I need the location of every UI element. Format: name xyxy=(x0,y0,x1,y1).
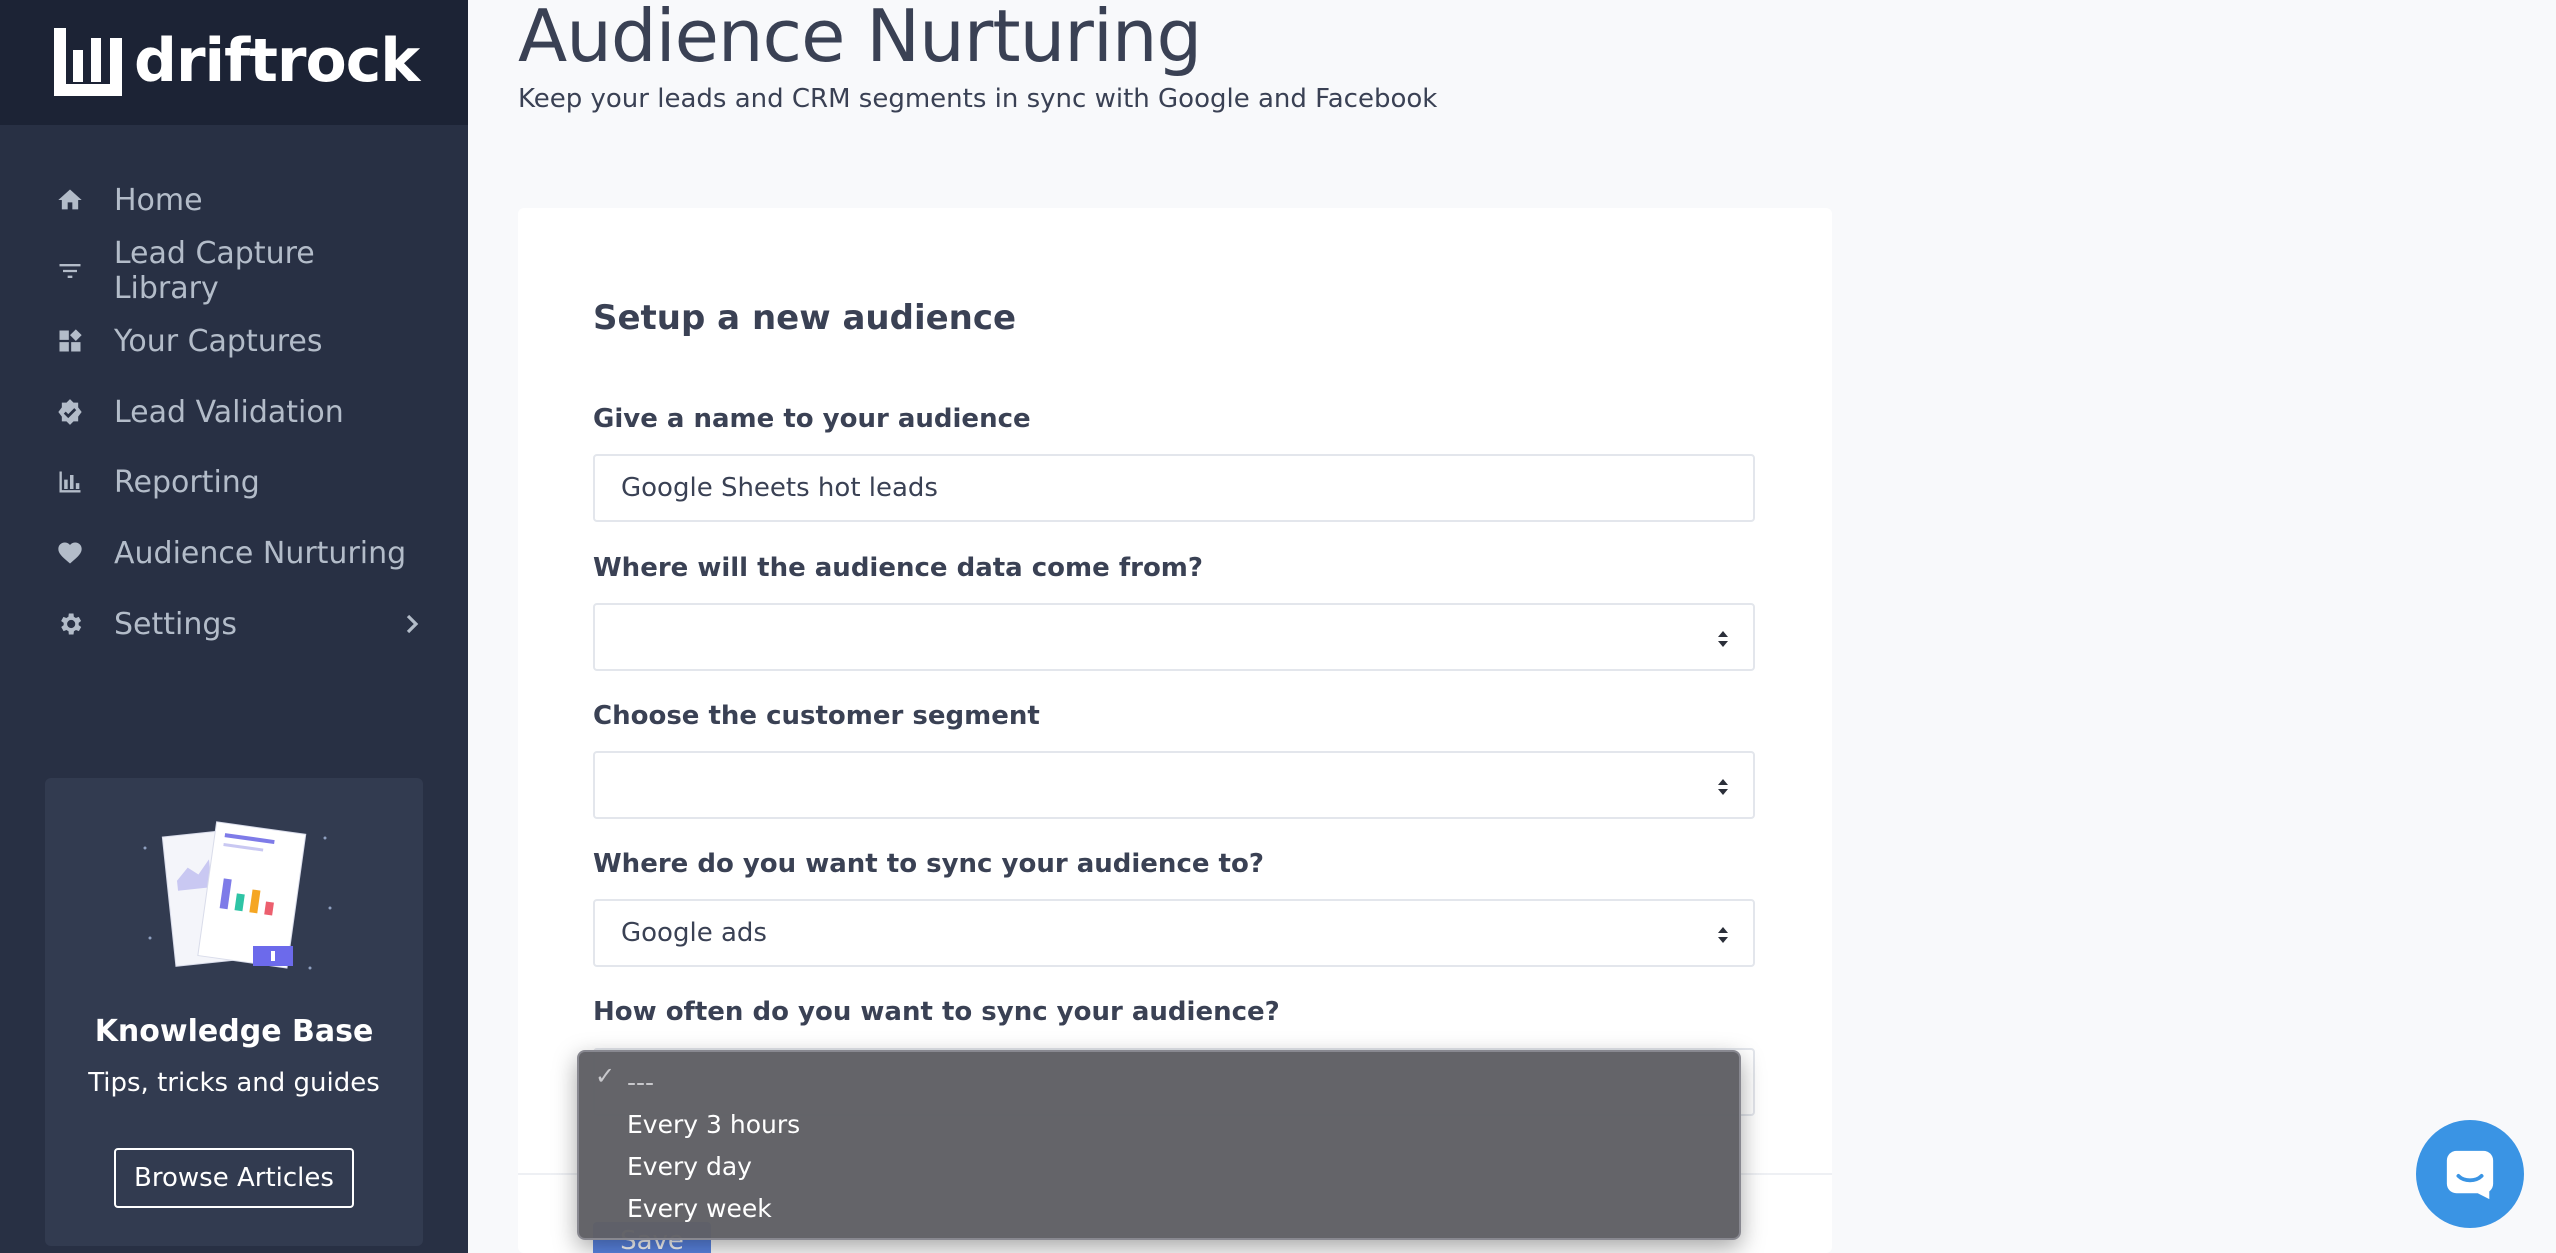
page-title: Audience Nurturing xyxy=(518,0,1202,78)
widgets-icon xyxy=(48,319,92,363)
sidebar: driftrock Home Lead Capture Library Your… xyxy=(0,0,468,1253)
knowledge-base-subtitle: Tips, tricks and guides xyxy=(88,1068,380,1098)
dropdown-option[interactable]: --- xyxy=(627,1068,654,1097)
sidebar-item-lead-capture-library[interactable]: Lead Capture Library xyxy=(48,236,428,306)
sidebar-item-label: Home xyxy=(114,182,203,218)
sidebar-item-lead-validation[interactable]: Lead Validation xyxy=(48,382,428,442)
documents-illustration-icon xyxy=(143,821,332,970)
data-source-label: Where will the audience data come from? xyxy=(593,553,1203,583)
sidebar-item-audience-nurturing[interactable]: Audience Nurturing xyxy=(48,523,428,583)
sidebar-item-settings[interactable]: Settings xyxy=(48,594,428,654)
data-source-select[interactable] xyxy=(593,603,1755,671)
audience-name-value: Google Sheets hot leads xyxy=(621,473,938,503)
page-subtitle: Keep your leads and CRM segments in sync… xyxy=(518,84,1438,114)
select-arrows-icon xyxy=(1718,779,1728,795)
sidebar-item-label: Your Captures xyxy=(114,323,323,359)
chat-launcher-button[interactable] xyxy=(2416,1120,2524,1228)
chat-icon xyxy=(2446,1150,2494,1200)
audience-name-input[interactable]: Google Sheets hot leads xyxy=(593,454,1755,522)
sidebar-item-label: Lead Validation xyxy=(114,394,344,430)
gear-icon xyxy=(48,602,92,646)
heart-icon xyxy=(48,531,92,575)
sidebar-item-label: Reporting xyxy=(114,464,260,500)
brand-name[interactable]: driftrock xyxy=(134,26,420,96)
sidebar-item-label: Lead Capture Library xyxy=(113,236,315,306)
sync-destination-select[interactable]: Google ads xyxy=(593,899,1755,967)
customer-segment-label: Choose the customer segment xyxy=(593,701,1040,731)
verified-icon xyxy=(48,390,92,434)
sidebar-item-your-captures[interactable]: Your Captures xyxy=(48,311,428,371)
brand-bar: driftrock xyxy=(0,0,468,125)
bar-chart-icon xyxy=(48,460,92,504)
sync-destination-value: Google ads xyxy=(621,918,767,948)
sync-frequency-dropdown: ✓ --- Every 3 hours Every day Every week xyxy=(577,1050,1741,1240)
audience-name-label: Give a name to your audience xyxy=(593,404,1031,434)
customer-segment-select[interactable] xyxy=(593,751,1755,819)
card-title: Setup a new audience xyxy=(593,298,1017,338)
sidebar-item-home[interactable]: Home xyxy=(48,170,428,230)
dropdown-option[interactable]: Every day xyxy=(627,1152,752,1181)
filter-icon xyxy=(48,249,92,293)
sync-frequency-label: How often do you want to sync your audie… xyxy=(593,997,1280,1027)
knowledge-base-title: Knowledge Base xyxy=(94,1014,374,1049)
sidebar-item-label: Settings xyxy=(114,606,238,642)
dropdown-option[interactable]: Every 3 hours xyxy=(627,1110,800,1139)
sync-destination-label: Where do you want to sync your audience … xyxy=(593,849,1264,879)
browse-articles-button[interactable]: Browse Articles xyxy=(114,1148,354,1208)
sidebar-item-label: Audience Nurturing xyxy=(114,535,407,571)
chevron-right-icon xyxy=(406,614,419,634)
sidebar-item-reporting[interactable]: Reporting xyxy=(48,452,428,512)
select-arrows-icon xyxy=(1718,631,1728,647)
home-icon xyxy=(48,178,92,222)
dropdown-option[interactable]: Every week xyxy=(627,1194,772,1223)
checkmark-icon: ✓ xyxy=(595,1062,616,1090)
select-arrows-icon xyxy=(1718,927,1728,943)
driftrock-logo-icon[interactable] xyxy=(54,28,122,96)
